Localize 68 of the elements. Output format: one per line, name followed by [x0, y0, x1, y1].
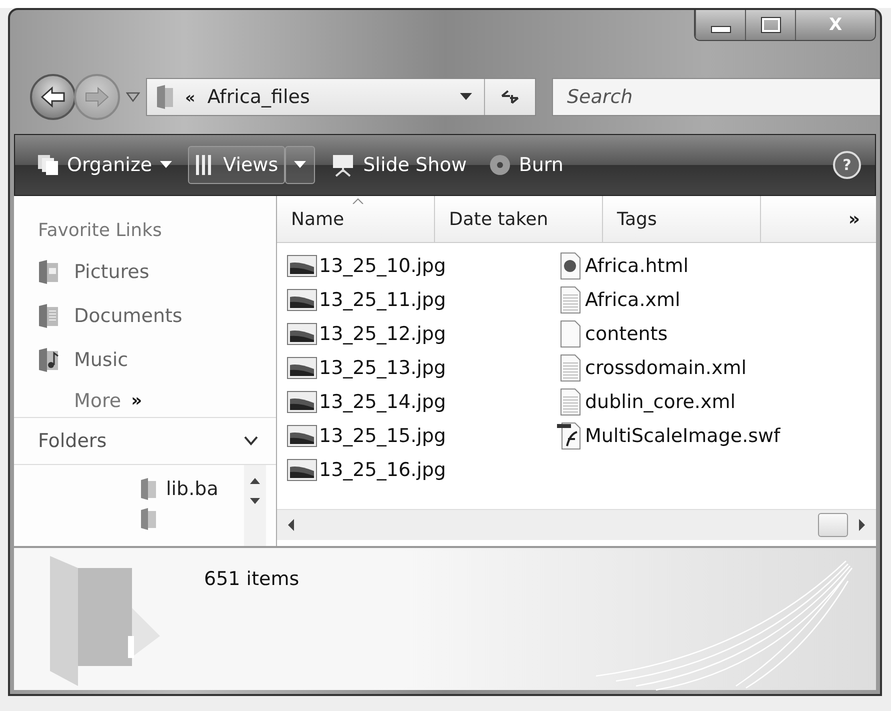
file-item[interactable]: Africa.html — [557, 249, 876, 283]
image-file-icon — [287, 459, 317, 481]
favorite-links-heading: Favorite Links — [38, 220, 163, 241]
file-item[interactable]: Africa.xml — [557, 283, 876, 317]
folder-icon — [50, 556, 160, 686]
file-item[interactable]: crossdomain.xml — [557, 351, 876, 385]
sidebar-link[interactable]: Pictures — [38, 258, 276, 285]
maximize-button[interactable] — [745, 10, 795, 40]
dropdown-arrow-icon[interactable] — [460, 93, 472, 101]
image-file-icon — [287, 289, 317, 311]
file-item[interactable]: 13_25_15.jpg — [287, 419, 557, 453]
minimize-button[interactable] — [695, 10, 745, 40]
sidebar-link[interactable]: Music — [38, 346, 276, 373]
image-file-icon — [287, 391, 317, 413]
disc-icon — [488, 154, 511, 176]
image-file-icon — [287, 357, 317, 379]
column-header[interactable]: Name — [277, 196, 435, 242]
flash-file-icon — [557, 422, 583, 450]
search-field[interactable]: Search — [552, 78, 880, 116]
folder-icon — [155, 84, 175, 110]
slide-show-button[interactable]: Slide Show — [325, 149, 473, 181]
dropdown-arrow-icon — [160, 161, 172, 169]
scroll-thumb[interactable] — [818, 513, 848, 537]
views-button[interactable]: Views — [188, 146, 286, 184]
folder-icon — [140, 477, 158, 501]
file-item[interactable]: 13_25_11.jpg — [287, 283, 557, 317]
burn-button[interactable]: Burn — [482, 150, 570, 180]
file-item[interactable]: 13_25_13.jpg — [287, 351, 557, 385]
breadcrumb-chevron[interactable]: « — [185, 88, 196, 106]
folder-tree-item[interactable]: lib.ba — [140, 475, 244, 503]
music-folder-icon — [38, 346, 60, 372]
file-item[interactable]: MultiScaleImage.swf — [557, 419, 876, 453]
back-button[interactable] — [30, 74, 76, 120]
more-link[interactable]: More » — [38, 390, 276, 412]
file-item[interactable]: 13_25_12.jpg — [287, 317, 557, 351]
horizontal-scrollbar[interactable] — [277, 509, 876, 540]
views-dropdown-button[interactable] — [285, 146, 316, 184]
column-header[interactable]: Date taken — [435, 196, 603, 242]
picture-folder-icon — [38, 258, 60, 284]
address-bar[interactable]: « Africa_files — [146, 78, 536, 116]
folder-icon — [140, 507, 158, 531]
stacked-pages-icon — [37, 154, 59, 176]
scroll-up-icon[interactable] — [250, 477, 260, 485]
scroll-left-icon[interactable] — [287, 519, 295, 531]
image-file-icon — [287, 425, 317, 447]
image-file-icon — [287, 323, 317, 345]
document-folder-icon — [38, 302, 60, 328]
sidebar-link[interactable]: Documents — [38, 302, 276, 329]
file-item[interactable]: 13_25_14.jpg — [287, 385, 557, 419]
folders-header[interactable]: Folders — [14, 418, 276, 465]
image-file-icon — [287, 255, 317, 277]
file-item[interactable]: 13_25_16.jpg — [287, 453, 557, 487]
more-columns-button[interactable]: » — [761, 196, 876, 242]
projector-screen-icon — [331, 153, 356, 177]
dropdown-arrow-icon — [294, 161, 306, 169]
back-arrow-icon — [40, 86, 66, 108]
scroll-down-icon[interactable] — [250, 497, 260, 505]
address-path: Africa_files — [207, 86, 311, 108]
item-count: 651 items — [204, 568, 300, 590]
scroll-right-icon[interactable] — [858, 519, 866, 531]
help-button[interactable]: ? — [833, 151, 861, 179]
file-item[interactable]: contents — [557, 317, 876, 351]
file-item[interactable]: dublin_core.xml — [557, 385, 876, 419]
forward-arrow-icon — [84, 86, 110, 108]
vertical-scrollbar[interactable] — [244, 465, 266, 546]
column-header[interactable]: Tags — [603, 196, 761, 242]
organize-button[interactable]: Organize — [31, 150, 178, 180]
file-item[interactable]: 13_25_10.jpg — [287, 249, 557, 283]
